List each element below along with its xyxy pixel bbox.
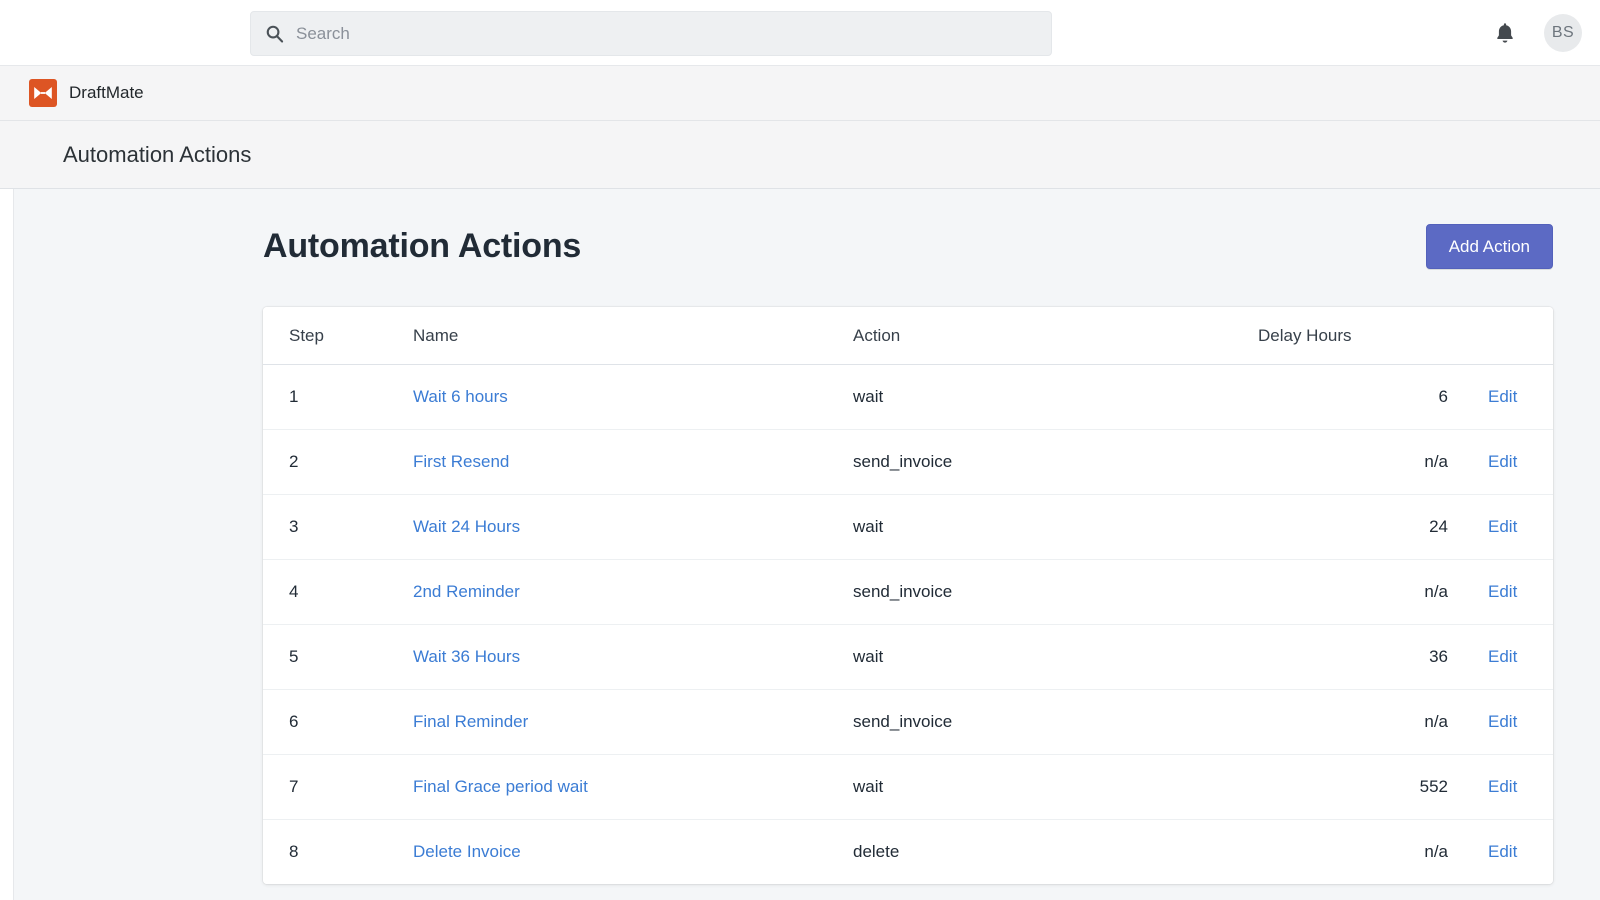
avatar[interactable]: BS	[1544, 14, 1582, 52]
cell-step: 5	[263, 624, 413, 690]
action-name-link[interactable]: 2nd Reminder	[413, 582, 520, 601]
cell-step: 4	[263, 559, 413, 625]
table-row: 3 Wait 24 Hours wait 24 Edit	[263, 494, 1553, 560]
cell-name: 2nd Reminder	[413, 559, 853, 625]
automation-actions-table-card: Step Name Action Delay Hours 1 Wait 6 hou…	[263, 307, 1553, 884]
page-title: Automation Actions	[263, 226, 582, 265]
edit-link[interactable]: Edit	[1488, 387, 1517, 406]
page-header: Automation Actions Add Action	[263, 223, 1553, 269]
table-row: 8 Delete Invoice delete n/a Edit	[263, 819, 1553, 884]
top-bar-actions: BS	[1490, 0, 1582, 66]
content-container: Automation Actions Add Action Step Name …	[263, 223, 1553, 884]
cell-edit: Edit	[1448, 494, 1553, 560]
draftmate-logo-icon	[29, 79, 57, 107]
cell-name: Delete Invoice	[413, 819, 853, 884]
cell-name: Wait 36 Hours	[413, 624, 853, 690]
action-name-link[interactable]: Final Reminder	[413, 712, 528, 731]
cell-action: send_invoice	[853, 429, 1258, 495]
cell-delay-hours: n/a	[1258, 559, 1448, 625]
cell-edit: Edit	[1448, 689, 1553, 755]
cell-step: 1	[263, 364, 413, 430]
table-row: 4 2nd Reminder send_invoice n/a Edit	[263, 559, 1553, 625]
cell-edit: Edit	[1448, 429, 1553, 495]
table-row: 5 Wait 36 Hours wait 36 Edit	[263, 624, 1553, 690]
action-name-link[interactable]: Wait 24 Hours	[413, 517, 520, 536]
brand[interactable]: DraftMate	[13, 79, 144, 107]
cell-action: wait	[853, 624, 1258, 690]
search-box[interactable]	[250, 11, 1052, 56]
table-row: 6 Final Reminder send_invoice n/a Edit	[263, 689, 1553, 755]
edit-link[interactable]: Edit	[1488, 647, 1517, 666]
main-content: Automation Actions Add Action Step Name …	[13, 189, 1600, 900]
cell-name: Wait 6 hours	[413, 364, 853, 430]
cell-name: Final Grace period wait	[413, 754, 853, 820]
action-name-link[interactable]: Wait 36 Hours	[413, 647, 520, 666]
cell-name: Wait 24 Hours	[413, 494, 853, 560]
table-header: Step Name Action Delay Hours	[263, 307, 1553, 365]
app-brand-band: DraftMate	[0, 66, 1600, 121]
section-header-title: Automation Actions	[63, 141, 252, 167]
cell-step: 3	[263, 494, 413, 560]
search-icon	[266, 25, 284, 43]
cell-action: wait	[853, 364, 1258, 430]
cell-action: send_invoice	[853, 689, 1258, 755]
column-header-name: Name	[413, 307, 853, 365]
cell-action: wait	[853, 754, 1258, 820]
table-row: 7 Final Grace period wait wait 552 Edit	[263, 754, 1553, 820]
action-name-link[interactable]: Wait 6 hours	[413, 387, 508, 406]
table-header-row: Step Name Action Delay Hours	[263, 307, 1553, 365]
column-header-delay-hours: Delay Hours	[1258, 307, 1448, 365]
cell-delay-hours: 36	[1258, 624, 1448, 690]
cell-step: 7	[263, 754, 413, 820]
cell-action: wait	[853, 494, 1258, 560]
cell-edit: Edit	[1448, 559, 1553, 625]
cell-delay-hours: 552	[1258, 754, 1448, 820]
add-action-button[interactable]: Add Action	[1425, 223, 1553, 269]
table-row: 1 Wait 6 hours wait 6 Edit	[263, 364, 1553, 430]
action-name-link[interactable]: First Resend	[413, 452, 509, 471]
cell-action: delete	[853, 819, 1258, 884]
cell-name: First Resend	[413, 429, 853, 495]
cell-edit: Edit	[1448, 754, 1553, 820]
edit-link[interactable]: Edit	[1488, 517, 1517, 536]
app-screen: BS DraftMate Automation Actions Automati…	[0, 0, 1600, 900]
cell-delay-hours: 6	[1258, 364, 1448, 430]
edit-link[interactable]: Edit	[1488, 842, 1517, 861]
cell-edit: Edit	[1448, 364, 1553, 430]
edit-link[interactable]: Edit	[1488, 777, 1517, 796]
cell-step: 6	[263, 689, 413, 755]
edit-link[interactable]: Edit	[1488, 582, 1517, 601]
brand-name: DraftMate	[69, 83, 144, 102]
search-input[interactable]	[296, 12, 1037, 55]
section-header-band: Automation Actions	[0, 121, 1600, 189]
cell-delay-hours: n/a	[1258, 819, 1448, 884]
action-name-link[interactable]: Final Grace period wait	[413, 777, 588, 796]
cell-action: send_invoice	[853, 559, 1258, 625]
column-header-actions	[1448, 307, 1553, 365]
edit-link[interactable]: Edit	[1488, 452, 1517, 471]
table-body: 1 Wait 6 hours wait 6 Edit 2 First Resend send_…	[263, 364, 1553, 884]
top-bar: BS	[0, 0, 1600, 66]
table-row: 2 First Resend send_invoice n/a Edit	[263, 429, 1553, 495]
action-name-link[interactable]: Delete Invoice	[413, 842, 521, 861]
bell-icon	[1497, 22, 1513, 43]
edit-link[interactable]: Edit	[1488, 712, 1517, 731]
cell-delay-hours: n/a	[1258, 429, 1448, 495]
automation-actions-table: Step Name Action Delay Hours 1 Wait 6 hou…	[263, 307, 1553, 884]
column-header-step: Step	[263, 307, 413, 365]
cell-step: 2	[263, 429, 413, 495]
column-header-action: Action	[853, 307, 1258, 365]
cell-edit: Edit	[1448, 819, 1553, 884]
cell-delay-hours: 24	[1258, 494, 1448, 560]
cell-name: Final Reminder	[413, 689, 853, 755]
cell-step: 8	[263, 819, 413, 884]
cell-delay-hours: n/a	[1258, 689, 1448, 755]
notifications-button[interactable]	[1490, 18, 1520, 48]
cell-edit: Edit	[1448, 624, 1553, 690]
